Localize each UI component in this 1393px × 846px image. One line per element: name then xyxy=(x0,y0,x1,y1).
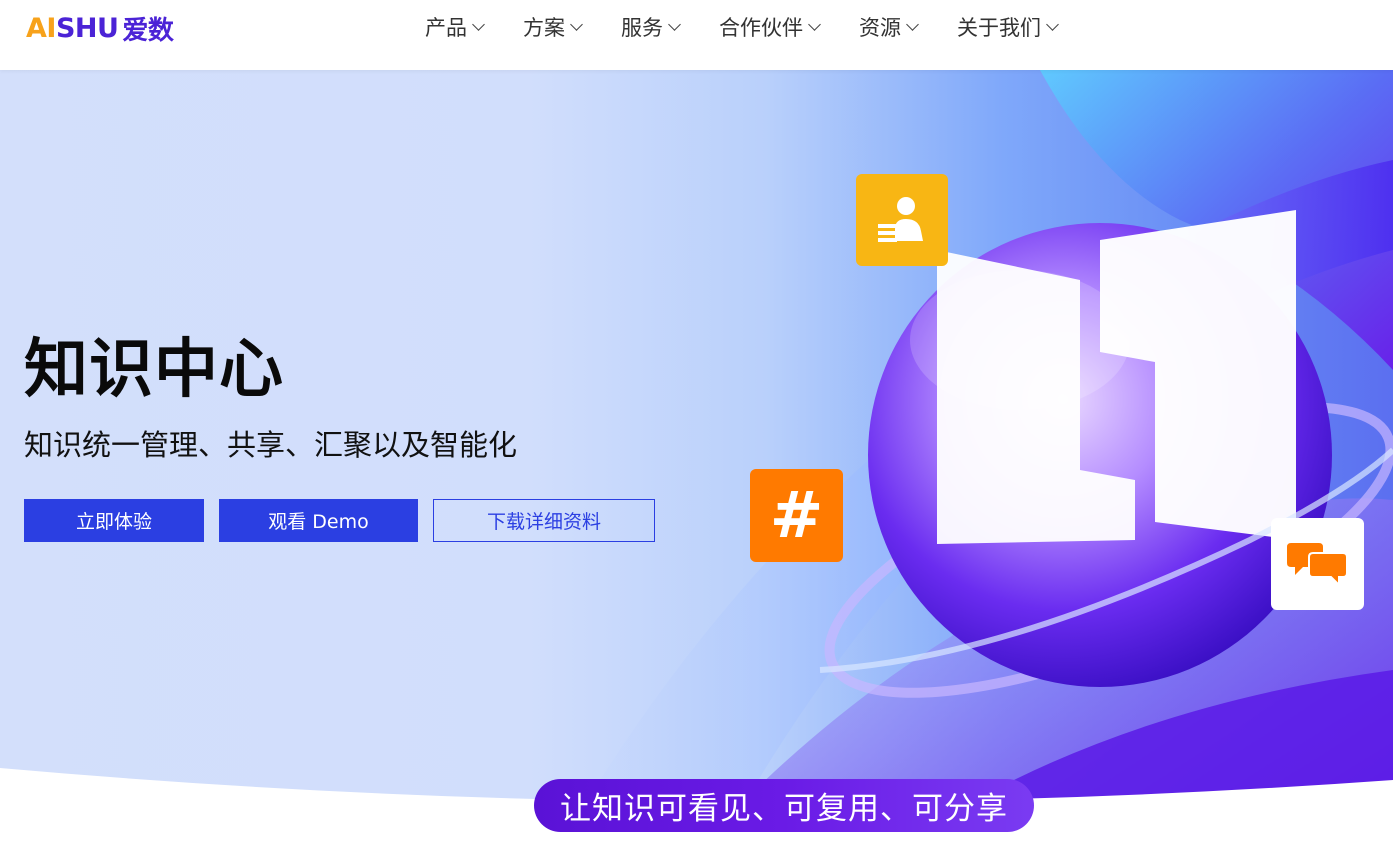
download-materials-button[interactable]: 下载详细资料 xyxy=(433,499,655,542)
hashtag-icon: # xyxy=(769,478,824,553)
nav-item-partners[interactable]: 合作伙伴 xyxy=(719,12,821,42)
slogan-banner: 让知识可看见、可复用、可分享 xyxy=(534,779,1034,832)
nav-item-label: 服务 xyxy=(621,17,663,40)
chevron-down-icon xyxy=(1046,17,1059,31)
logo-cn-text: 爱数 xyxy=(122,15,174,46)
hero-banner: 知识中心 知识统一管理、共享、汇聚以及智能化 立即体验 观看 Demo 下载详细… xyxy=(0,70,1393,846)
chevron-down-icon xyxy=(668,17,681,31)
chevron-down-icon xyxy=(808,17,821,31)
chevron-down-icon xyxy=(906,17,919,31)
chat-tile xyxy=(1271,518,1364,610)
user-profile-tile xyxy=(856,174,948,266)
nav-item-solutions[interactable]: 方案 xyxy=(523,12,583,42)
try-now-button[interactable]: 立即体验 xyxy=(24,499,204,542)
page-subtitle: 知识统一管理、共享、汇聚以及智能化 xyxy=(24,428,518,462)
chevron-down-icon xyxy=(570,17,583,31)
nav-item-services[interactable]: 服务 xyxy=(621,12,681,42)
nav-item-label: 资源 xyxy=(859,17,901,40)
nav-item-resources[interactable]: 资源 xyxy=(859,12,919,42)
aishu-logo[interactable]: AI SHU 爱数 xyxy=(26,12,174,46)
logo-shu-text: SHU xyxy=(55,12,119,44)
nav-item-label: 合作伙伴 xyxy=(719,17,803,40)
watch-demo-button[interactable]: 观看 Demo xyxy=(219,499,418,542)
logo-ai-text: AI xyxy=(26,12,56,44)
hashtag-tile: # xyxy=(750,469,843,562)
nav-item-label: 方案 xyxy=(523,17,565,40)
nav-item-label: 产品 xyxy=(425,17,467,40)
nav-item-products[interactable]: 产品 xyxy=(425,12,485,42)
chevron-down-icon xyxy=(472,17,485,31)
chat-bubbles-icon xyxy=(1286,543,1348,588)
page-title: 知识中心 xyxy=(24,333,284,407)
user-profile-icon xyxy=(878,197,923,242)
nav-item-label: 关于我们 xyxy=(957,17,1041,40)
site-header: AI SHU 爱数 产品 方案 服务 合作伙伴 资源 关于我们 xyxy=(0,0,1393,70)
nav-item-about[interactable]: 关于我们 xyxy=(957,12,1059,42)
main-nav: 产品 方案 服务 合作伙伴 资源 关于我们 xyxy=(425,0,1097,54)
